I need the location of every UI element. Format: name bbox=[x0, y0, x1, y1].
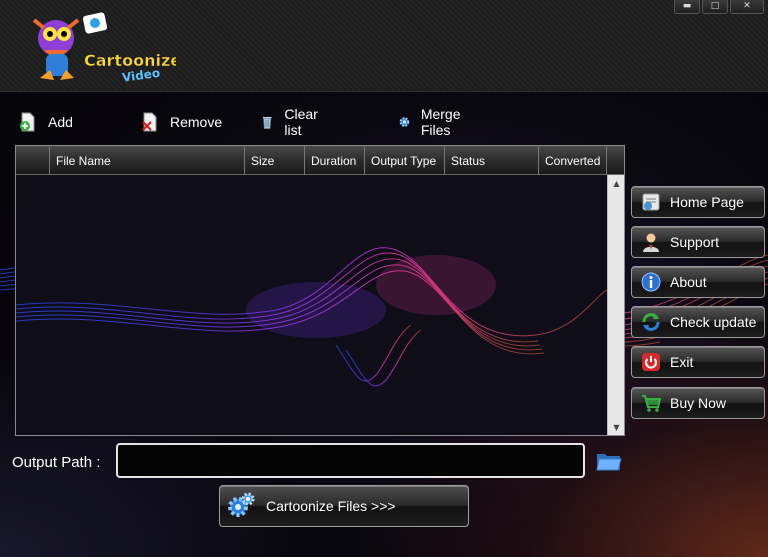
column-header-size[interactable]: Size bbox=[245, 146, 305, 175]
column-header-status[interactable]: Status bbox=[445, 146, 539, 175]
window-controls: ▬ □ ✕ bbox=[674, 0, 764, 14]
recycle-bin-icon bbox=[262, 116, 272, 129]
remove-label: Remove bbox=[170, 114, 223, 130]
merge-files-button[interactable]: Merge Files bbox=[398, 106, 468, 138]
check-update-label: Check update bbox=[670, 314, 757, 330]
add-label: Add bbox=[48, 114, 73, 130]
info-icon bbox=[641, 272, 661, 292]
gears-icon bbox=[228, 492, 255, 517]
logo-text-cartoonize: Cartoonize bbox=[84, 51, 176, 70]
column-header-file-name[interactable]: File Name bbox=[50, 146, 245, 175]
about-button[interactable]: About bbox=[631, 266, 765, 298]
file-list-table[interactable]: File Name Size Duration Output Type Stat… bbox=[15, 145, 625, 436]
shopping-cart-icon bbox=[642, 395, 662, 412]
merge-files-label: Merge Files bbox=[420, 106, 461, 138]
buy-now-label: Buy Now bbox=[670, 395, 727, 411]
folder-browse-icon[interactable] bbox=[596, 450, 622, 472]
scroll-down-icon[interactable]: ▼ bbox=[608, 419, 624, 435]
update-refresh-icon bbox=[642, 313, 660, 331]
exit-label: Exit bbox=[670, 354, 694, 370]
cartoonize-files-label: Cartoonize Files >>> bbox=[266, 498, 396, 514]
clear-list-button[interactable]: Clear list bbox=[260, 106, 323, 138]
cartoonize-video-logo: Cartoonize Video bbox=[32, 12, 176, 85]
add-file-icon bbox=[20, 112, 35, 132]
clear-list-label: Clear list bbox=[284, 106, 318, 138]
home-page-button[interactable]: Home Page bbox=[631, 186, 765, 218]
support-button[interactable]: Support bbox=[631, 226, 765, 258]
remove-file-icon bbox=[142, 112, 157, 132]
add-button[interactable]: Add bbox=[18, 108, 73, 136]
output-path-label: Output Path : bbox=[12, 454, 101, 471]
gear-icon bbox=[399, 117, 410, 127]
column-header-select[interactable] bbox=[16, 146, 50, 175]
column-header-converted[interactable]: Converted bbox=[539, 146, 607, 175]
home-page-label: Home Page bbox=[670, 194, 744, 210]
about-label: About bbox=[670, 274, 707, 290]
exit-button[interactable]: Exit bbox=[631, 346, 765, 378]
title-bar: Cartoonize Video ▬ □ ✕ bbox=[0, 0, 768, 92]
check-update-button[interactable]: Check update bbox=[631, 306, 765, 338]
power-icon bbox=[642, 353, 660, 371]
minimize-button[interactable]: ▬ bbox=[674, 0, 700, 14]
vertical-scrollbar[interactable]: ▲ ▼ bbox=[607, 175, 624, 435]
list-background-waves bbox=[16, 247, 607, 387]
scroll-up-icon[interactable]: ▲ bbox=[608, 175, 624, 192]
home-page-icon bbox=[642, 193, 660, 211]
table-header: File Name Size Duration Output Type Stat… bbox=[16, 146, 624, 175]
output-path-input[interactable] bbox=[116, 443, 585, 478]
maximize-button[interactable]: □ bbox=[702, 0, 728, 14]
support-label: Support bbox=[670, 234, 720, 250]
column-header-output-type[interactable]: Output Type bbox=[365, 146, 445, 175]
file-list-body[interactable] bbox=[16, 175, 607, 435]
column-header-duration[interactable]: Duration bbox=[305, 146, 365, 175]
close-button[interactable]: ✕ bbox=[730, 0, 764, 14]
support-person-icon bbox=[643, 233, 659, 252]
buy-now-button[interactable]: Buy Now bbox=[631, 387, 765, 419]
remove-button[interactable]: Remove bbox=[140, 108, 222, 136]
cartoonize-files-button[interactable]: Cartoonize Files >>> bbox=[219, 485, 469, 527]
